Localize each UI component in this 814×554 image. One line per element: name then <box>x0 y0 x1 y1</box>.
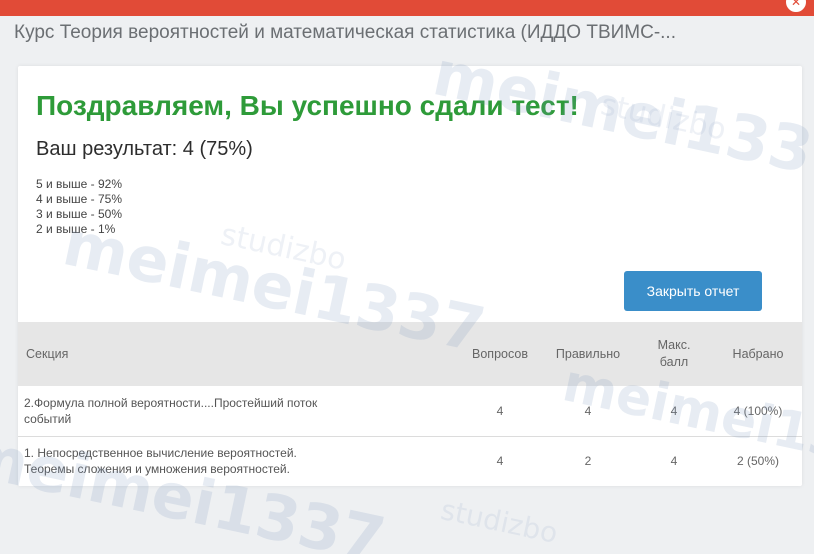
page: ✕ Курс Теория вероятностей и математичес… <box>0 0 814 554</box>
row-section-line1: 1. Непосредственное вычисление вероятнос… <box>24 446 297 460</box>
row-max: 4 <box>670 403 678 418</box>
row-correct: 2 <box>584 454 592 468</box>
course-title: Курс Теория вероятностей и математическа… <box>14 22 676 43</box>
grade-thresholds: 5 и выше - 92% 4 и выше - 75% 3 и выше -… <box>36 177 122 237</box>
table-row: 2.Формула полной вероятности....Простейш… <box>18 386 802 436</box>
row-correct: 4 <box>584 403 592 418</box>
header-questions: Вопросов <box>472 346 528 361</box>
header-max-line2: балл <box>659 355 689 369</box>
grade-threshold: 5 и выше - 92% <box>36 177 123 191</box>
row-section: 2.Формула полной вероятности....Простейш… <box>18 386 458 436</box>
row-scored: 4 (100%) <box>733 403 783 418</box>
header-section: Секция <box>26 346 69 361</box>
top-bar <box>0 0 814 16</box>
results-table: Секция Вопросов Правильно Макс. балл Наб… <box>18 322 802 486</box>
grade-threshold: 4 и выше - 75% <box>36 192 123 206</box>
row-questions: 4 <box>496 403 504 418</box>
table-row: 1. Непосредственное вычисление вероятнос… <box>18 436 802 486</box>
watermark-brand: studizbo <box>437 493 561 550</box>
result-text: Ваш результат: 4 (75%) <box>36 138 253 160</box>
header-scored: Набрано <box>732 346 784 361</box>
header-max: Макс. балл <box>634 322 714 386</box>
row-section: 1. Непосредственное вычисление вероятнос… <box>18 436 458 486</box>
row-scored: 2 (50%) <box>736 454 780 468</box>
header-max-line1: Макс. <box>657 338 691 352</box>
table-header-row: Секция Вопросов Правильно Макс. балл Наб… <box>18 322 802 386</box>
congrats-heading: Поздравляем, Вы успешно сдали тест! <box>36 90 579 121</box>
header-correct: Правильно <box>555 346 621 361</box>
row-section-line2: Теоремы сложения и умножения вероятносте… <box>24 462 290 476</box>
report-card: Поздравляем, Вы успешно сдали тест! Ваш … <box>18 66 802 486</box>
row-max: 4 <box>670 454 678 468</box>
row-section-line2: событий <box>24 411 72 426</box>
close-report-button[interactable]: Закрыть отчет <box>624 271 762 311</box>
grade-threshold: 3 и выше - 50% <box>36 207 123 221</box>
row-questions: 4 <box>496 454 504 468</box>
grade-threshold: 2 и выше - 1% <box>36 222 116 236</box>
row-section-line1: 2.Формула полной вероятности....Простейш… <box>24 395 318 410</box>
